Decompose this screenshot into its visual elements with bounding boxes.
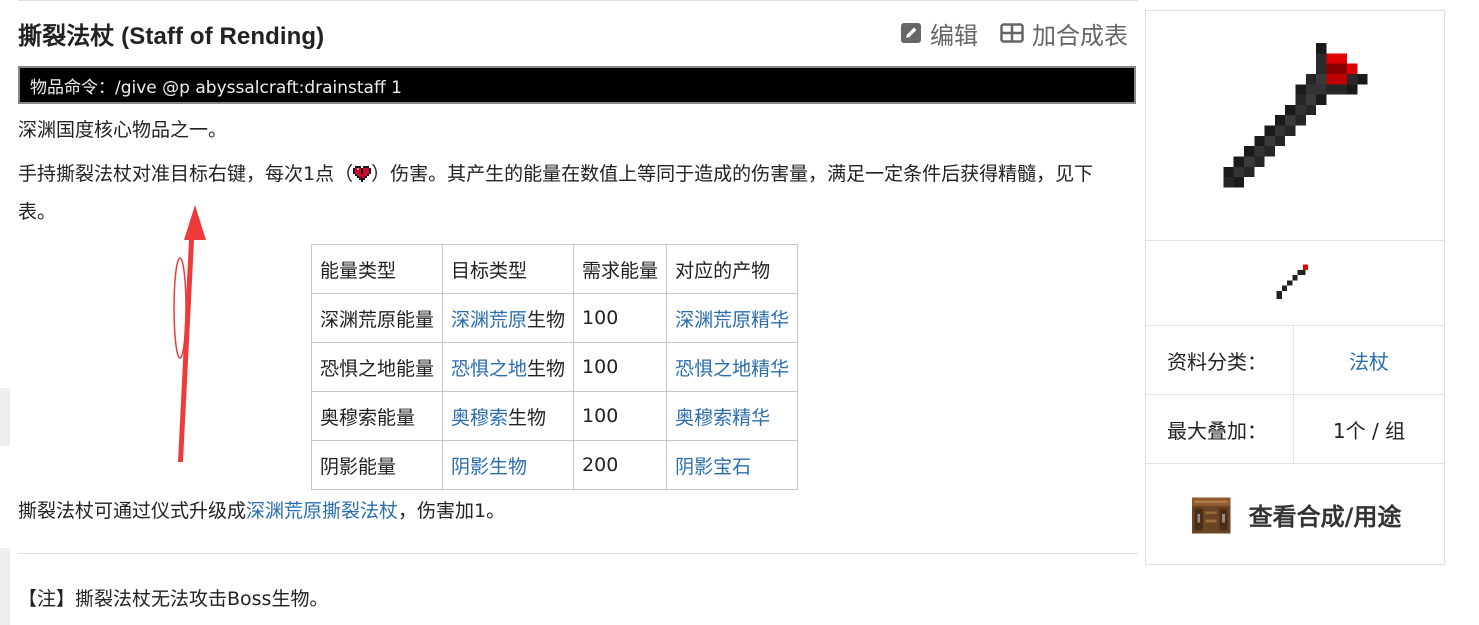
table-row: 阴影能量 阴影生物 200 阴影宝石 xyxy=(310,440,799,490)
top-border xyxy=(18,0,1138,1)
category-link[interactable]: 法杖 xyxy=(1349,346,1389,375)
table-row: 深渊荒原能量 深渊荒原生物 100 深渊荒原精华 xyxy=(310,293,799,343)
item-command-text: 物品命令：/give @p abyssalcraft:drainstaff 1 xyxy=(30,77,402,98)
product-link[interactable]: 阴影宝石 xyxy=(675,456,751,478)
add-recipe-button[interactable]: 加合成表 xyxy=(1000,16,1128,51)
table-row: 恐惧之地能量 恐惧之地生物 100 恐惧之地精华 xyxy=(310,342,799,392)
target-link[interactable]: 恐惧之地 xyxy=(451,358,527,380)
target-suffix: 生物 xyxy=(527,308,566,331)
infobox-stack-row: 最大叠加： 1个 / 组 xyxy=(1146,395,1444,464)
view-crafting-button[interactable]: 查看合成/用途 xyxy=(1146,464,1444,564)
item-small-image xyxy=(1146,241,1444,326)
title-row: 撕裂法杖 (Staff of Rending) 编辑 加合成表 xyxy=(18,10,1138,56)
upgrade-paragraph: 撕裂法杖可通过仪式升级成深渊荒原撕裂法杖，伤害加1。 xyxy=(18,492,505,530)
heart-icon xyxy=(353,166,372,182)
upgrade-text-after: ，伤害加1。 xyxy=(398,500,506,522)
left-edge-strip xyxy=(0,548,10,625)
item-infobox: 资料分类： 法杖 最大叠加： 1个 / 组 查看合成/用途 xyxy=(1145,10,1445,565)
section-divider xyxy=(18,553,1138,554)
crafting-table-icon xyxy=(1191,497,1230,534)
page-actions: 编辑 加合成表 xyxy=(900,16,1138,51)
view-crafting-label: 查看合成/用途 xyxy=(1248,502,1402,531)
target-link[interactable]: 深渊荒原 xyxy=(451,309,527,331)
product-link[interactable]: 恐惧之地精华 xyxy=(675,358,789,380)
table-header-row: 能量类型 目标类型 需求能量 对应的产物 xyxy=(310,244,799,294)
add-recipe-label: 加合成表 xyxy=(1032,21,1128,50)
target-link[interactable]: 奥穆索 xyxy=(451,407,508,429)
energy-type-cell: 阴影能量 xyxy=(310,440,444,490)
table-header-cell: 对应的产物 xyxy=(666,244,799,294)
product-cell: 恐惧之地精华 xyxy=(666,342,799,392)
category-label: 资料分类： xyxy=(1146,326,1294,394)
table-header-cell: 目标类型 xyxy=(442,244,575,294)
upgraded-staff-link[interactable]: 深渊荒原撕裂法杖 xyxy=(246,500,398,522)
energy-table: 能量类型 目标类型 需求能量 对应的产物 深渊荒原能量 深渊荒原生物 100 深… xyxy=(310,244,799,490)
target-type-cell: 阴影生物 xyxy=(442,440,575,490)
left-edge-strip xyxy=(0,388,10,446)
target-suffix: 生物 xyxy=(508,406,547,429)
product-cell: 深渊荒原精华 xyxy=(666,293,799,343)
usage-paragraph: 手持撕裂法杖对准目标右键，每次1点（ ）伤害。其产生的能量在数值上等同于造成的伤… xyxy=(18,155,1128,231)
upgrade-text-before: 撕裂法杖可通过仪式升级成 xyxy=(18,500,247,522)
required-energy-cell: 100 xyxy=(573,293,668,343)
table-header-cell: 需求能量 xyxy=(573,244,668,294)
usage-text-before: 手持撕裂法杖对准目标右键，每次1点（ xyxy=(18,163,354,185)
infobox-category-row: 资料分类： 法杖 xyxy=(1146,326,1444,395)
target-type-cell: 奥穆索生物 xyxy=(442,391,575,441)
staff-icon xyxy=(1276,264,1309,299)
energy-type-cell: 深渊荒原能量 xyxy=(310,293,444,343)
product-link[interactable]: 深渊荒原精华 xyxy=(675,309,789,331)
page-title: 撕裂法杖 (Staff of Rending) xyxy=(18,22,325,50)
product-cell: 奥穆索精华 xyxy=(666,391,799,441)
energy-type-cell: 恐惧之地能量 xyxy=(310,342,444,392)
required-energy-cell: 200 xyxy=(573,440,668,490)
target-suffix: 生物 xyxy=(527,357,566,380)
required-energy-cell: 100 xyxy=(573,391,668,441)
table-header-cell: 能量类型 xyxy=(310,244,444,294)
staff-icon xyxy=(1222,43,1368,188)
edit-icon xyxy=(901,23,921,43)
table-row: 奥穆索能量 奥穆索生物 100 奥穆索精华 xyxy=(310,391,799,441)
note-text: 【注】撕裂法杖无法攻击Boss生物。 xyxy=(18,588,329,610)
stack-label: 最大叠加： xyxy=(1146,395,1294,463)
category-value: 法杖 xyxy=(1294,326,1444,394)
target-type-cell: 恐惧之地生物 xyxy=(442,342,575,392)
target-link[interactable]: 阴影生物 xyxy=(451,456,527,478)
table-icon xyxy=(1000,23,1024,43)
intro-text: 深渊国度核心物品之一。 xyxy=(18,119,228,141)
stack-value: 1个 / 组 xyxy=(1332,418,1406,443)
required-energy-cell: 100 xyxy=(573,342,668,392)
product-cell: 阴影宝石 xyxy=(666,440,799,490)
item-command-bar[interactable]: 物品命令：/give @p abyssalcraft:drainstaff 1 xyxy=(18,66,1136,104)
product-link[interactable]: 奥穆索精华 xyxy=(675,407,770,429)
edit-button[interactable]: 编辑 xyxy=(900,16,978,51)
article-content: 撕裂法杖 (Staff of Rending) 编辑 加合成表 物品命令：/gi… xyxy=(18,10,1138,610)
edit-label: 编辑 xyxy=(930,21,978,50)
item-image xyxy=(1146,11,1444,241)
target-type-cell: 深渊荒原生物 xyxy=(442,293,575,343)
energy-type-cell: 奥穆索能量 xyxy=(310,391,444,441)
